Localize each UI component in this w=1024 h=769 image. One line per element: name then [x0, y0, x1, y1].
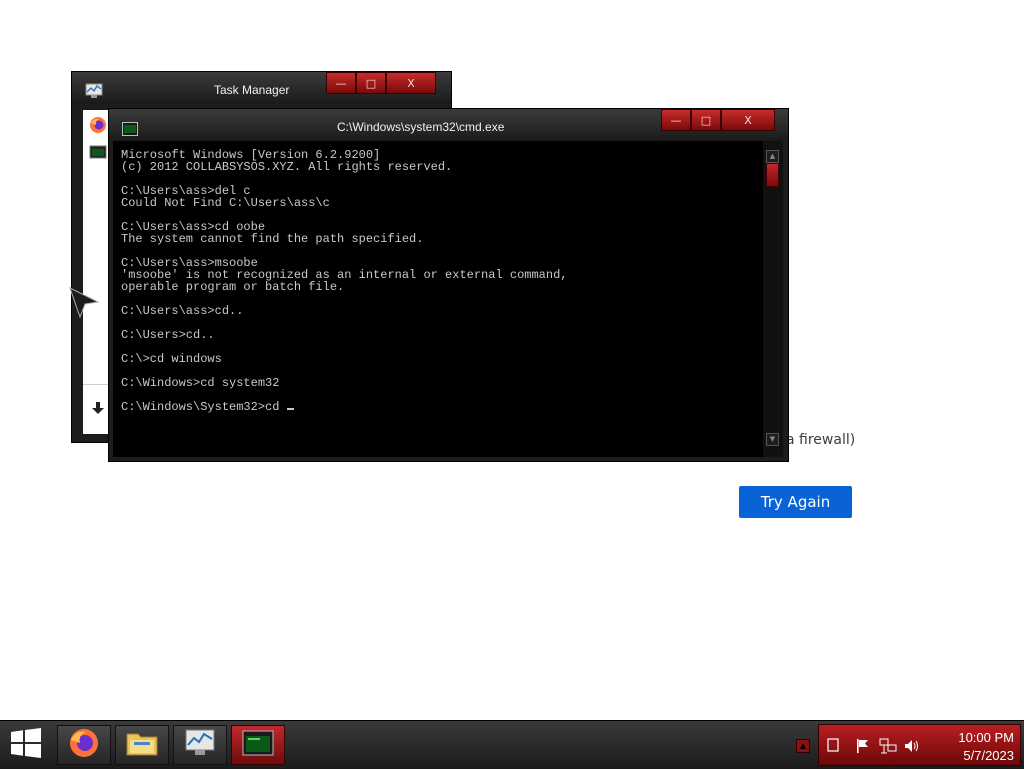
flag-icon[interactable] [855, 738, 871, 758]
down-arrow-icon[interactable] [91, 400, 105, 419]
task-manager-icon [85, 83, 103, 103]
folder-icon [125, 728, 159, 762]
network-icon[interactable] [879, 738, 897, 758]
console-line: (c) 2012 COLLABSYSOS.XYZ. All rights res… [121, 160, 453, 174]
firefox-icon [68, 727, 100, 763]
volume-icon[interactable] [903, 738, 921, 758]
cmd-title: C:\Windows\system32\cmd.exe [337, 120, 505, 134]
system-tray: 10:00 PM 5/7/2023 [818, 724, 1021, 766]
cmd-minimize-button[interactable]: — [661, 109, 691, 131]
console-line: The system cannot find the path specifie… [121, 232, 424, 246]
task-manager-titlebar[interactable]: Task Manager — □ X [72, 72, 451, 104]
console-history: Microsoft Windows [Version 6.2.9200] (c)… [121, 148, 567, 390]
scroll-up-icon[interactable]: ▲ [766, 150, 779, 163]
show-desktop-icon[interactable] [827, 738, 839, 756]
taskbar: ▲ 10:00 PM 5/7/2023 [0, 720, 1024, 769]
cmd-window[interactable]: C:\Windows\system32\cmd.exe — □ X Micros… [108, 108, 789, 462]
scrollbar-thumb[interactable] [766, 163, 779, 187]
background-page-text: a firewall) [786, 432, 856, 448]
cmd-close-button[interactable]: X [721, 109, 775, 131]
task-manager-icon [184, 728, 216, 762]
taskbar-file-explorer-button[interactable] [115, 725, 169, 765]
cmd-titlebar[interactable]: C:\Windows\system32\cmd.exe — □ X [109, 109, 788, 141]
mouse-pointer-icon [68, 286, 102, 324]
windows-logo-icon [10, 727, 42, 763]
clock[interactable]: 10:00 PM 5/7/2023 [958, 729, 1014, 765]
console-line: C:\Users\ass>cd.. [121, 304, 244, 318]
try-again-button[interactable]: Try Again [739, 486, 852, 518]
taskbar-command-prompt-button[interactable] [231, 725, 285, 765]
console-line: C:\Windows>cd system32 [121, 376, 280, 390]
task-manager-close-button[interactable]: X [386, 72, 436, 94]
console-prompt: C:\Windows\System32>cd [121, 400, 287, 414]
taskbar-firefox-button[interactable] [57, 725, 111, 765]
console-text: Microsoft Windows [Version 6.2.9200] (c)… [121, 149, 567, 413]
console-line: operable program or batch file. [121, 280, 345, 294]
task-manager-title: Task Manager [214, 83, 290, 97]
start-button[interactable] [0, 721, 52, 769]
firefox-icon[interactable] [89, 116, 107, 134]
console-line: Could Not Find C:\Users\ass\c [121, 196, 330, 210]
terminal-icon[interactable] [89, 144, 107, 162]
show-hidden-icons-button[interactable]: ▲ [796, 739, 810, 753]
clock-time: 10:00 PM [958, 730, 1014, 745]
text-cursor [286, 408, 294, 410]
cmd-maximize-button[interactable]: □ [691, 109, 721, 131]
scroll-down-icon[interactable]: ▼ [766, 433, 779, 446]
terminal-icon [242, 729, 274, 761]
task-manager-minimize-button[interactable]: — [326, 72, 356, 94]
console-output[interactable]: Microsoft Windows [Version 6.2.9200] (c)… [113, 141, 763, 457]
task-manager-maximize-button[interactable]: □ [356, 72, 386, 94]
terminal-icon [122, 121, 138, 140]
console-line: C:\Users>cd.. [121, 328, 215, 342]
clock-date: 5/7/2023 [963, 748, 1014, 763]
vertical-scrollbar[interactable]: ▲ ▼ [763, 141, 783, 457]
console-line: C:\>cd windows [121, 352, 222, 366]
taskbar-task-manager-button[interactable] [173, 725, 227, 765]
